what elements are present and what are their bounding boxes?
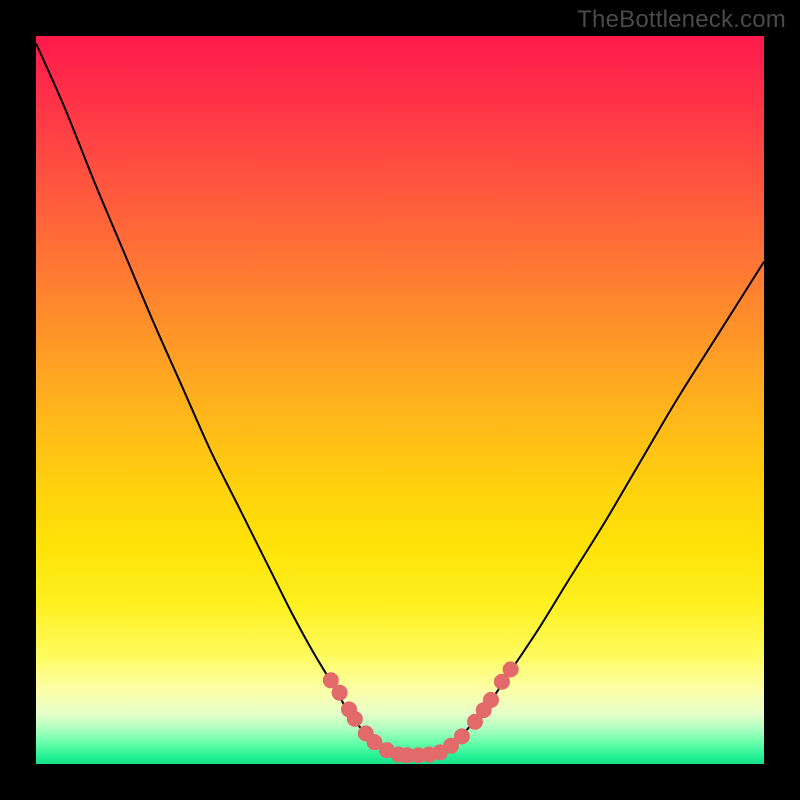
watermark-text: TheBottleneck.com [577, 6, 786, 34]
marker-dot [347, 711, 363, 727]
marker-dot [503, 661, 519, 677]
marker-dot [454, 728, 470, 744]
marker-dot [483, 692, 499, 708]
chart-frame: TheBottleneck.com [0, 0, 800, 800]
marker-group [323, 661, 519, 763]
curve-layer [36, 36, 764, 764]
plot-area [36, 36, 764, 764]
marker-dot [332, 685, 348, 701]
bottleneck-curve [36, 43, 764, 755]
